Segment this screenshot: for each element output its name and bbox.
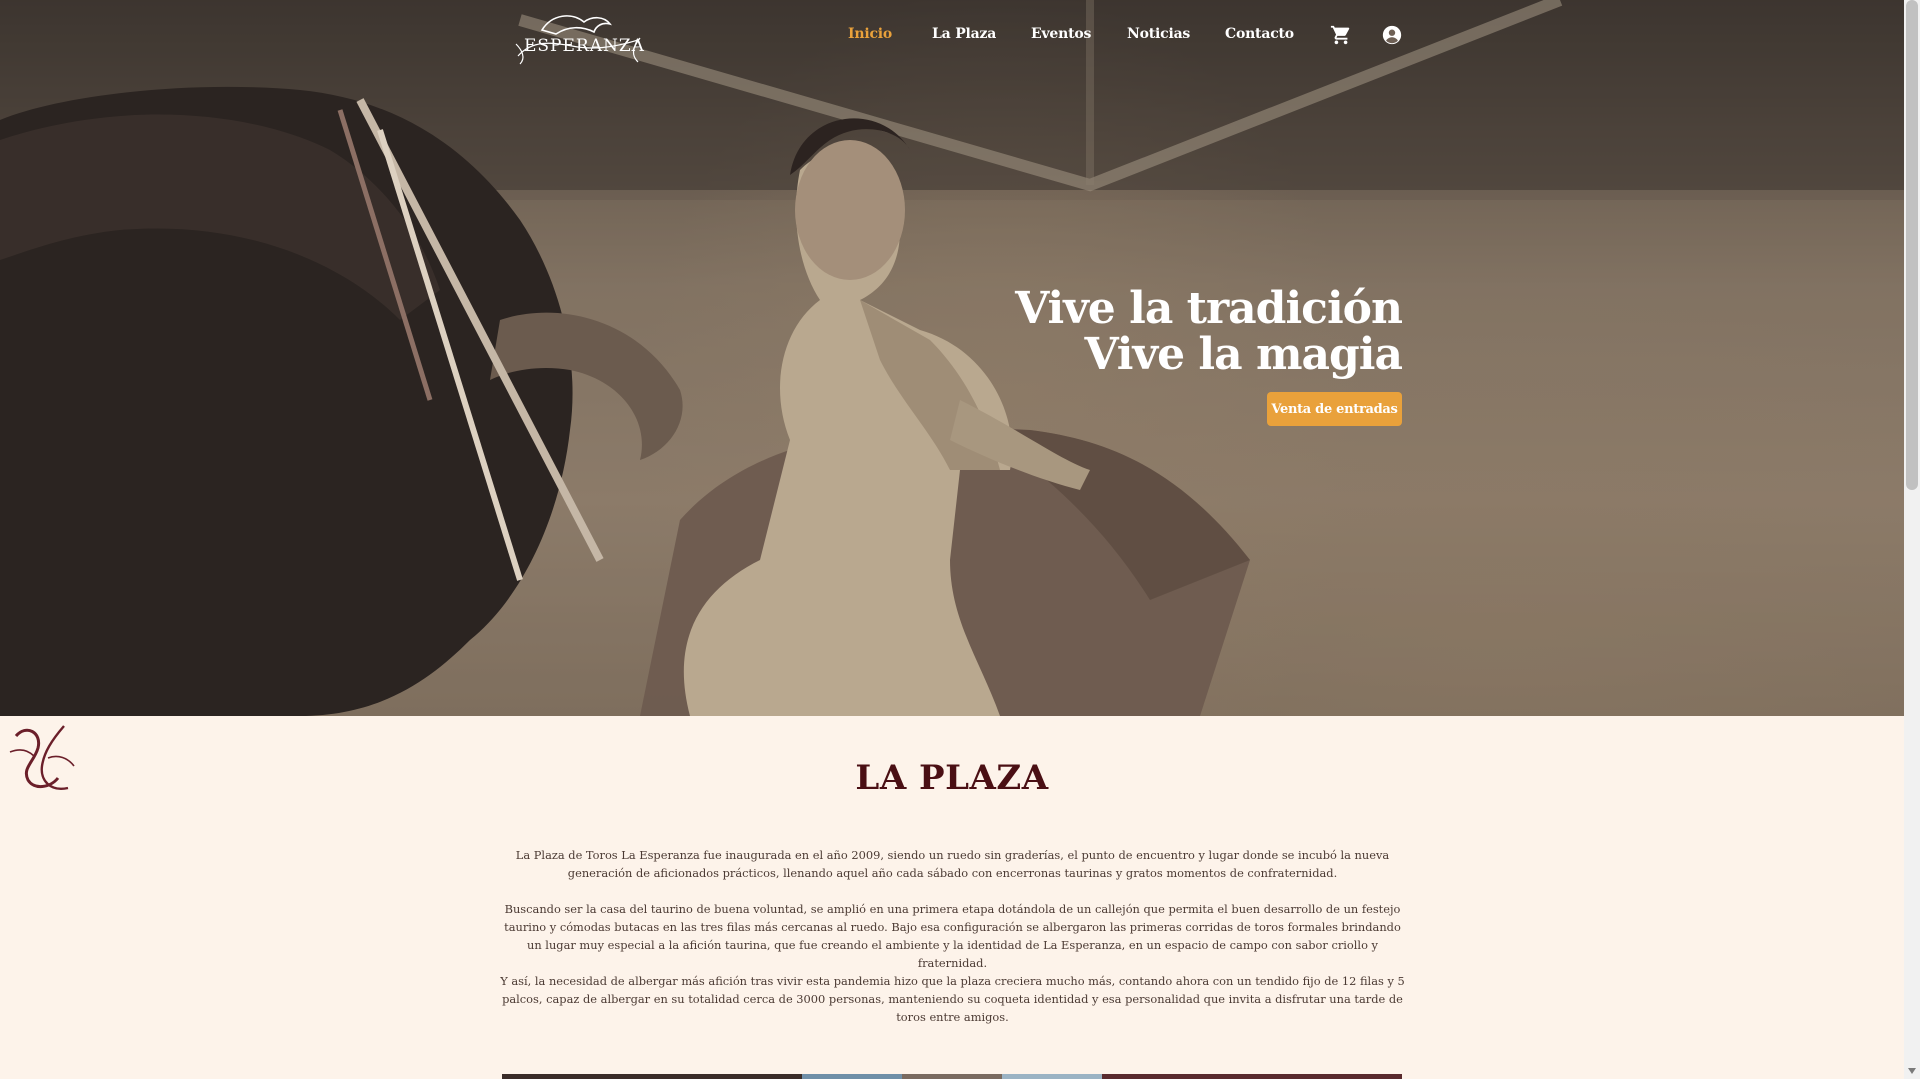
cart-icon[interactable] bbox=[1330, 24, 1352, 46]
hero-title: Vive la tradición Vive la magia bbox=[1015, 283, 1403, 380]
scroll-down-icon[interactable] bbox=[1908, 1068, 1916, 1074]
nav-item-eventos[interactable]: Eventos bbox=[1031, 26, 1091, 42]
nav-item-noticias[interactable]: Noticias bbox=[1127, 26, 1190, 42]
plaza-paragraph-1: La Plaza de Toros La Esperanza fue inaug… bbox=[515, 848, 1390, 880]
hero-title-line2: Vive la magia bbox=[1084, 329, 1403, 380]
page-scrollbar[interactable] bbox=[1904, 0, 1920, 1079]
nav-item-la-plaza[interactable]: La Plaza bbox=[932, 26, 996, 42]
main-nav: Inicio La Plaza Eventos Noticias Contact… bbox=[0, 24, 1904, 48]
account-icon[interactable] bbox=[1381, 24, 1403, 46]
buy-tickets-button[interactable]: Venta de entradas bbox=[1267, 392, 1402, 426]
hero-background-image bbox=[0, 0, 1904, 716]
plaza-paragraph-3: Y así, la necesidad de albergar más afic… bbox=[500, 974, 1405, 1024]
hero-section: ESPERANZA Inicio La Plaza Eventos Notici… bbox=[0, 0, 1904, 716]
gallery-preview-strip bbox=[502, 1074, 1402, 1079]
section-title-la-plaza: LA PLAZA bbox=[855, 758, 1049, 798]
nav-item-contacto[interactable]: Contacto bbox=[1225, 26, 1294, 42]
plaza-paragraph-2: Buscando ser la casa del taurino de buen… bbox=[504, 902, 1401, 970]
nav-item-inicio[interactable]: Inicio bbox=[848, 26, 892, 42]
scroll-thumb[interactable] bbox=[1906, 0, 1918, 490]
hero-title-line1: Vive la tradición bbox=[1015, 283, 1403, 334]
